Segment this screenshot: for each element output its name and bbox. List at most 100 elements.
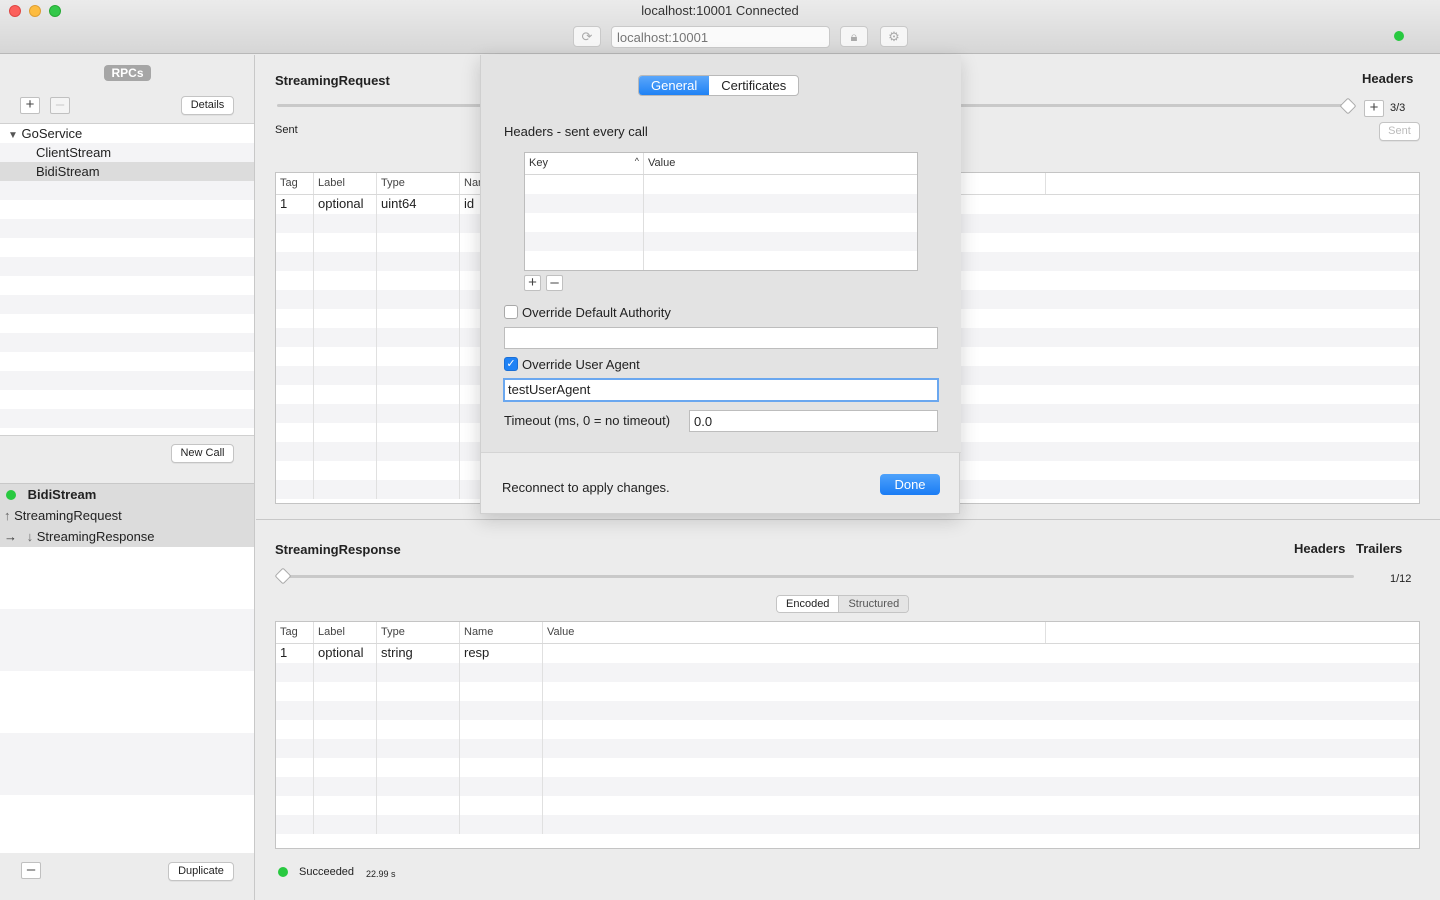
cell-tag: 1 [276,195,314,214]
tree-empty-row [0,371,254,390]
response-slider-knob[interactable] [274,567,292,585]
encoded-tab[interactable]: Encoded [777,596,839,612]
minus-icon: – [26,861,36,878]
minus-icon: – [55,96,65,113]
new-call-button[interactable]: New Call [171,444,234,463]
response-title: StreamingResponse [275,542,401,557]
sidebar: RPCs + – Details ▼ GoService ClientStrea… [0,55,255,900]
tree-empty-row [0,295,254,314]
call-item-response[interactable]: → ↓ StreamingResponse [0,526,254,547]
response-trailers-link[interactable]: Trailers [1356,541,1402,556]
call-status-text: Succeeded [299,866,355,878]
timeout-label: Timeout (ms, 0 = no timeout) [504,413,671,428]
table-row [276,777,1419,796]
table-row[interactable]: 1 optional string resp [276,644,1419,663]
reload-button[interactable]: ⟳ [573,26,601,47]
table-row [525,194,917,213]
tree-empty-row [0,314,254,333]
call-list-empty [0,547,254,609]
cell-type: uint64 [377,195,460,214]
details-button[interactable]: Details [181,96,234,115]
cell-tag: 1 [276,644,314,663]
structured-tab[interactable]: Structured [838,596,909,612]
column-key[interactable]: Key ^ [525,153,644,174]
plus-icon: + [1369,99,1379,116]
address-field[interactable] [611,26,830,48]
tree-item-service[interactable]: ▼ GoService [0,124,254,143]
plus-icon: + [25,96,35,113]
add-header-button[interactable]: + [524,275,541,291]
checkmark-icon: ✓ [506,358,516,370]
table-row [525,175,917,194]
request-title: StreamingRequest [275,73,390,88]
sort-ascending-icon: ^ [634,156,639,166]
title-bar: localhost:10001 Connected ⟳ 🔒︎ ⚙ [0,0,1440,54]
add-request-message-button[interactable]: + [1364,100,1384,117]
tree-empty-row [0,257,254,276]
remove-call-button[interactable]: – [21,862,41,879]
table-row [525,251,917,270]
remove-header-button[interactable]: – [546,275,563,291]
tab-certificates[interactable]: Certificates [709,76,798,95]
cell-name: resp [460,644,543,663]
table-header: Key ^ Value [525,153,917,175]
column-tag[interactable]: Tag [276,173,314,194]
arrow-up-icon: ↑ [4,508,11,523]
column-value[interactable]: Value [644,153,917,174]
remove-rpc-button[interactable]: – [50,97,70,114]
add-rpc-button[interactable]: + [20,97,40,114]
tree-empty-row [0,276,254,295]
response-message-slider[interactable] [277,575,1354,578]
split-divider[interactable] [256,519,1440,520]
plus-icon: + [528,274,537,291]
tree-empty-row [0,238,254,257]
reconnect-note: Reconnect to apply changes. [502,480,670,495]
gear-icon: ⚙ [888,28,900,44]
rpcs-label: RPCs [104,65,151,81]
done-button[interactable]: Done [880,474,940,495]
override-authority-label: Override Default Authority [522,305,671,320]
table-row [276,739,1419,758]
table-row [276,758,1419,777]
table-row [276,663,1419,682]
tree-empty-row [0,428,254,435]
settings-button[interactable]: ⚙ [880,26,908,47]
request-sent-label: Sent [275,124,298,136]
cell-value[interactable] [543,644,1419,663]
user-agent-field[interactable]: testUserAgent [503,378,939,402]
request-label: StreamingRequest [14,508,122,523]
request-slider-knob[interactable] [1339,97,1357,115]
request-headers-link[interactable]: Headers [1362,71,1413,86]
headers-table: Key ^ Value [524,152,918,271]
tree-item-bidistream[interactable]: BidiStream [0,162,254,181]
column-type[interactable]: Type [377,173,460,194]
tree-empty-row [0,181,254,200]
duplicate-button[interactable]: Duplicate [168,862,234,881]
column-type[interactable]: Type [377,622,460,643]
call-status-icon [278,867,288,877]
call-group[interactable]: BidiStream ↑ StreamingRequest → ↓ Stream… [0,484,254,547]
connection-settings-sheet: General Certificates Headers - sent ever… [480,55,961,514]
tree-item-clientstream[interactable]: ClientStream [0,143,254,162]
table-row [525,213,917,232]
response-headers-link[interactable]: Headers [1294,541,1345,556]
column-value[interactable]: Value [543,622,1046,643]
lock-button[interactable]: 🔒︎ [840,26,868,47]
column-label[interactable]: Label [314,173,377,194]
response-label: StreamingResponse [36,529,155,544]
override-authority-checkbox[interactable] [504,305,518,319]
disclosure-triangle-icon[interactable]: ▼ [8,130,18,141]
authority-field[interactable] [504,327,938,349]
column-name[interactable]: Name [460,622,543,643]
tab-general[interactable]: General [639,76,710,95]
column-label[interactable]: Label [314,622,377,643]
sent-button[interactable]: Sent [1379,122,1420,141]
column-tag[interactable]: Tag [276,622,314,643]
response-counter: 1/12 [1390,573,1412,585]
call-item-request[interactable]: ↑ StreamingRequest [0,505,254,526]
tree-empty-row [0,390,254,409]
timeout-field[interactable]: 0.0 [689,410,938,432]
override-agent-checkbox[interactable]: ✓ [504,357,518,371]
call-item-active[interactable]: BidiStream [0,484,254,505]
table-row [276,796,1419,815]
